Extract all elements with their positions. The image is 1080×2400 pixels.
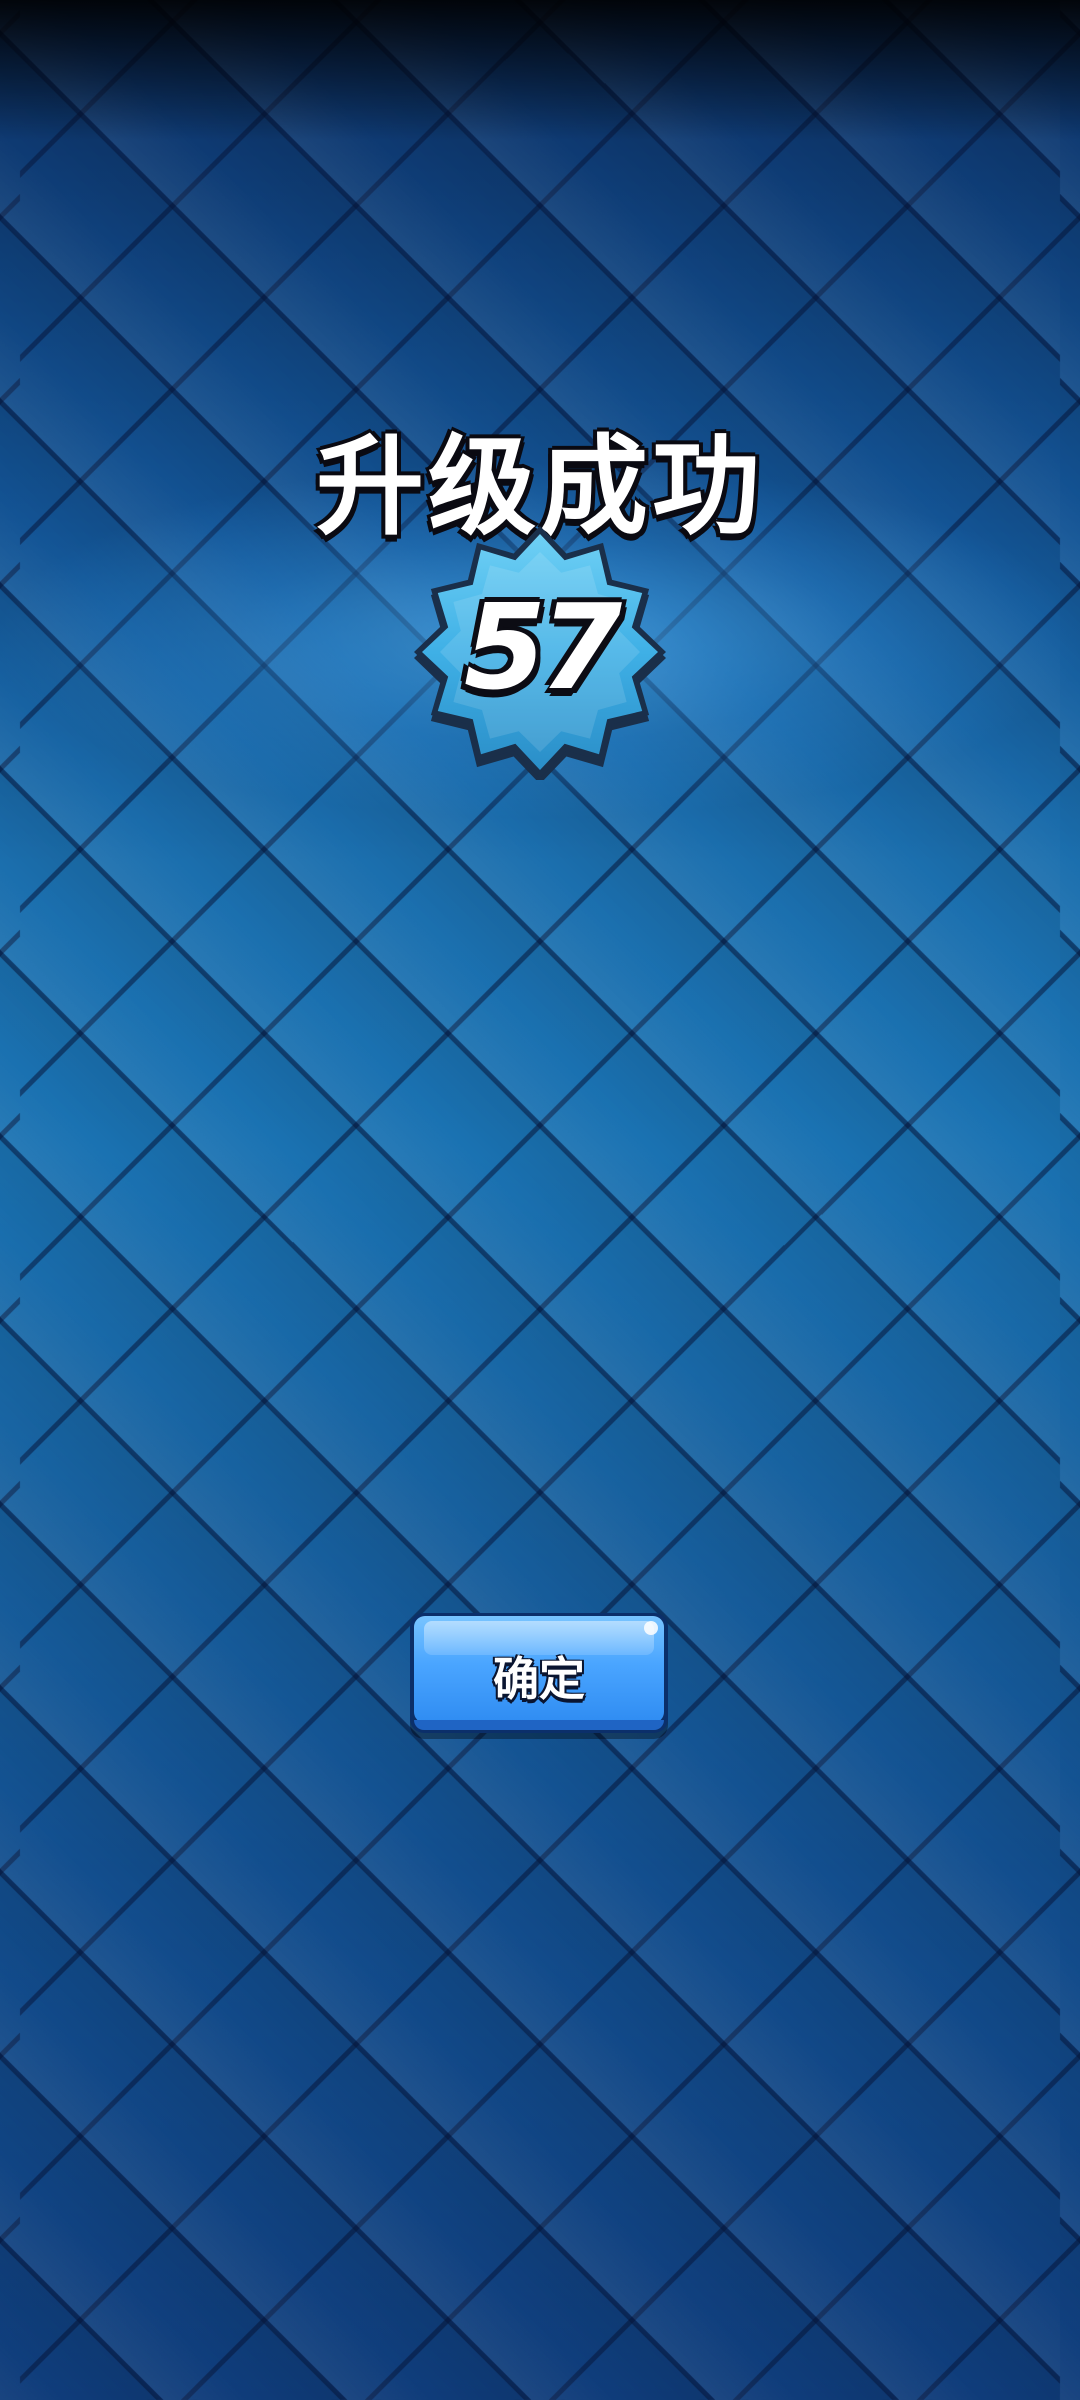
confirm-button-label: 确定 [493,1652,585,1706]
status-bar-shade [0,0,1080,140]
background-tile-shading [0,0,1080,2400]
confirm-button-shine [644,1621,658,1635]
level-badge: 57 [414,520,666,780]
level-number: 57 [463,578,622,716]
level-up-screen: 升级成功 57 确定 [0,0,1080,2400]
confirm-button[interactable]: 确定 [410,1613,668,1733]
confirm-button-edge [414,1720,664,1730]
